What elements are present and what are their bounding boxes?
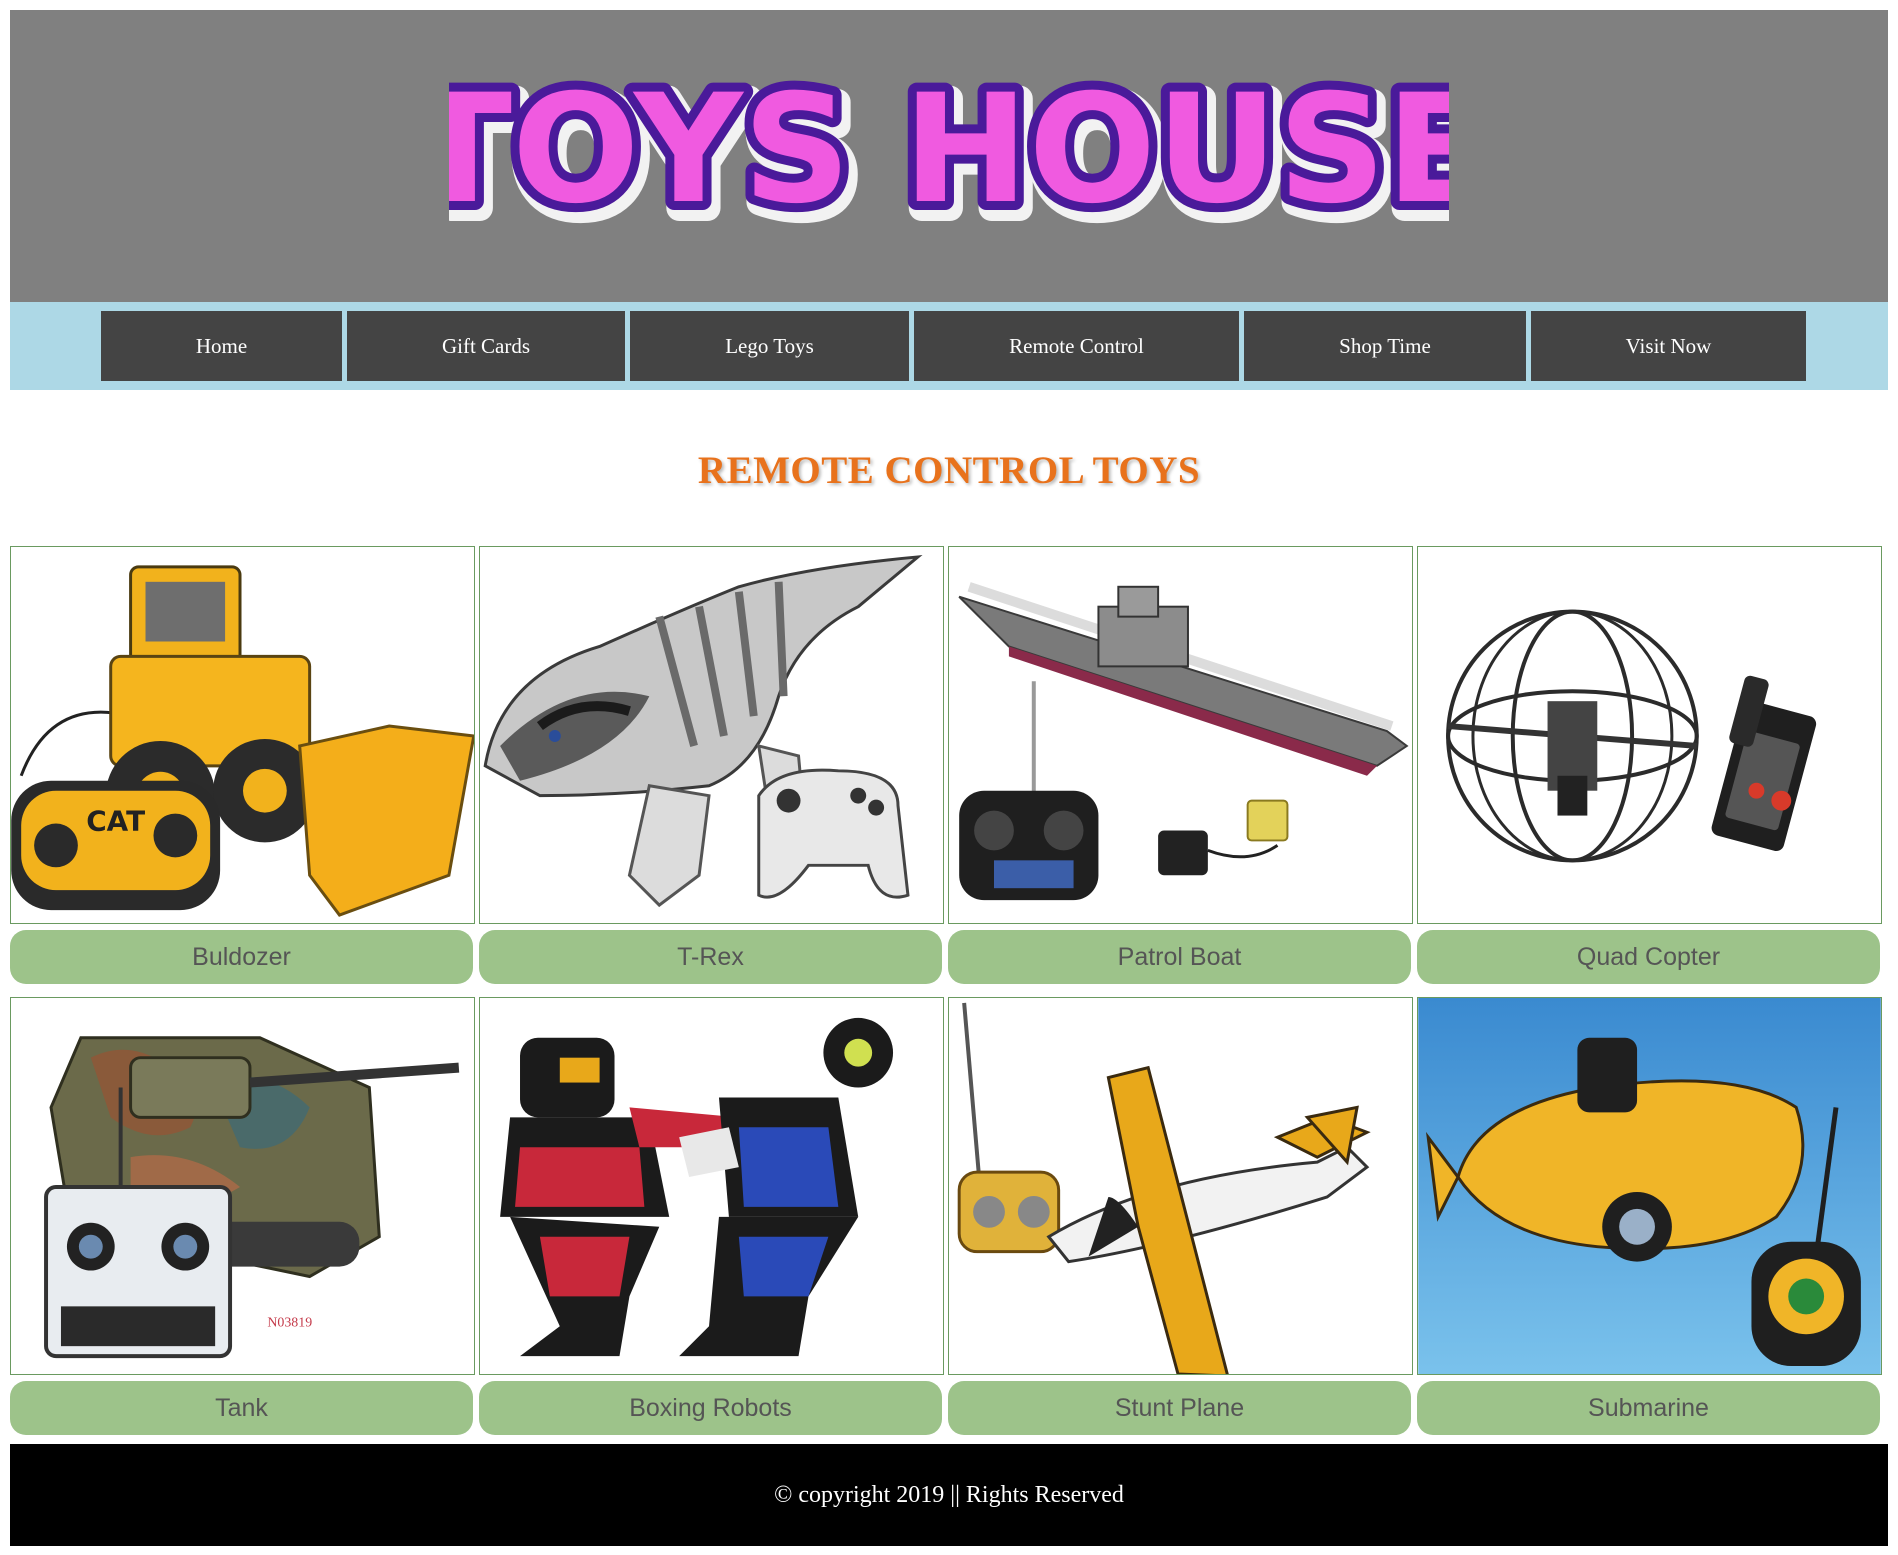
product-label-boxing-robots[interactable]: Boxing Robots (479, 1381, 942, 1435)
product-name: Patrol Boat (1117, 942, 1242, 971)
copyright-text: © copyright 2019 || Rights Reserved (774, 1481, 1124, 1508)
product-name: T-Rex (677, 942, 744, 971)
nav-item-remote-control[interactable]: Remote Control (914, 311, 1239, 381)
product-label-stunt-plane[interactable]: Stunt Plane (948, 1381, 1411, 1435)
patrol-boat-image[interactable] (948, 546, 1413, 924)
product-name: Submarine (1588, 1393, 1709, 1422)
site-header: TOYS HOUSE TOYS HOUSE TOYS HOUSE (10, 10, 1888, 302)
nav-item-lego-toys[interactable]: Lego Toys (630, 311, 909, 381)
trex-robot-image[interactable] (479, 546, 944, 924)
product-label-patrol-boat[interactable]: Patrol Boat (948, 930, 1411, 984)
nav-item-label: Visit Now (1625, 333, 1712, 358)
nav-item-label: Shop Time (1339, 333, 1431, 358)
submarine-image[interactable] (1417, 997, 1882, 1375)
toys-house-logo[interactable]: TOYS HOUSE TOYS HOUSE TOYS HOUSE (449, 56, 1449, 256)
bulldozer-brand: CAT (86, 804, 145, 837)
nav-item-label: Gift Cards (441, 333, 531, 358)
product-label-buldozer[interactable]: Buldozer (10, 930, 473, 984)
product-name: Boxing Robots (629, 1393, 792, 1422)
site-footer: © copyright 2019 || Rights Reserved (10, 1444, 1888, 1546)
product-label-submarine[interactable]: Submarine (1417, 1381, 1880, 1435)
product-label-quad-copter[interactable]: Quad Copter (1417, 930, 1880, 984)
nav-item-label: Remote Control (1009, 333, 1144, 358)
product-name: Buldozer (192, 942, 291, 971)
bulldozer-image[interactable]: CAT (10, 546, 475, 924)
product-label-t-rex[interactable]: T-Rex (479, 930, 942, 984)
nav-item-label: Home (195, 333, 248, 358)
product-name: Tank (215, 1393, 268, 1422)
nav-item-gift-cards[interactable]: Gift Cards (347, 311, 625, 381)
nav-item-visit-now[interactable]: Visit Now (1531, 311, 1806, 381)
tank-code: N03819 (267, 1315, 312, 1330)
nav-item-shop-time[interactable]: Shop Time (1244, 311, 1526, 381)
logo-text: TOYS HOUSE (449, 63, 1449, 237)
product-label-tank[interactable]: Tank (10, 1381, 473, 1435)
stunt-plane-image[interactable] (948, 997, 1413, 1375)
product-name: Quad Copter (1576, 942, 1721, 971)
nav-item-label: Lego Toys (725, 333, 814, 358)
main-nav: Home Gift Cards Lego Toys Remote Control… (10, 302, 1888, 390)
tank-image[interactable]: N03819 (10, 997, 475, 1375)
boxing-robots-image[interactable] (479, 997, 944, 1375)
quad-copter-image[interactable] (1417, 546, 1882, 924)
nav-item-home[interactable]: Home (101, 311, 342, 381)
page-title: REMOTE CONTROL TOYS (697, 449, 1201, 492)
product-name: Stunt Plane (1114, 1393, 1245, 1422)
